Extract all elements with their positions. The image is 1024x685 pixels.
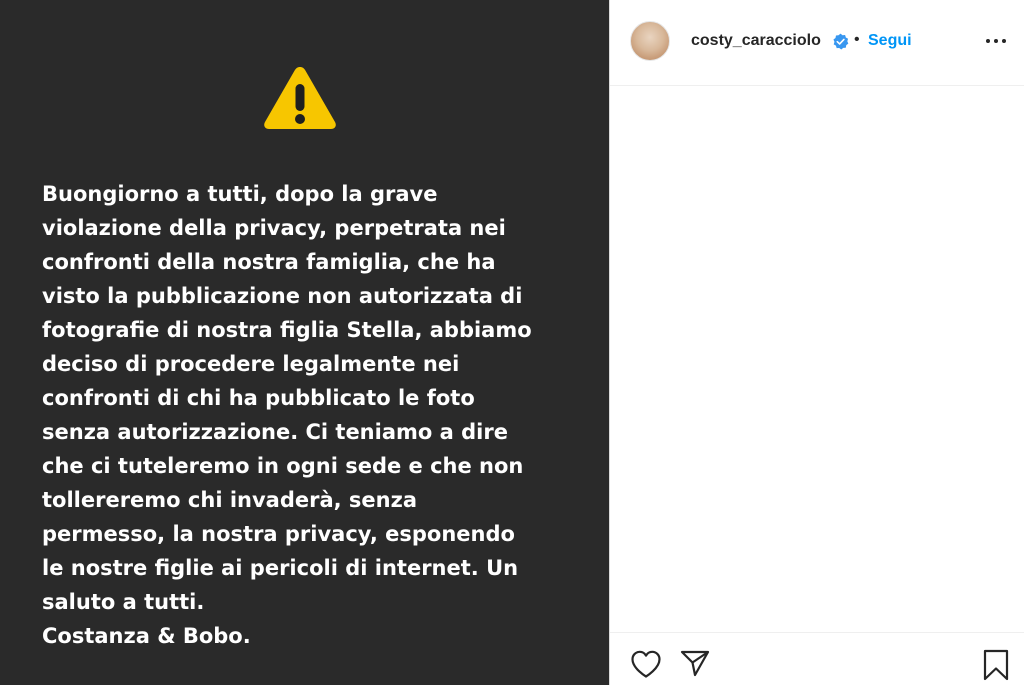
bookmark-icon[interactable] bbox=[982, 649, 1010, 681]
post-sidebar: costy_caracciolo • Segui bbox=[609, 0, 1024, 685]
heart-icon[interactable] bbox=[630, 649, 662, 679]
post-header: costy_caracciolo • Segui bbox=[610, 0, 1024, 86]
text-line: violazione della privacy, perpetrata nei bbox=[42, 216, 506, 240]
paper-plane-icon[interactable] bbox=[680, 649, 710, 677]
post-image[interactable]: Buongiorno a tutti, dopo la grave violaz… bbox=[0, 0, 609, 685]
text-line: confronti della nostra famiglia, che ha bbox=[42, 250, 496, 274]
text-line: confronti di chi ha pubblicato le foto bbox=[42, 386, 475, 410]
separator-dot: • bbox=[854, 31, 860, 48]
text-line: Costanza & Bobo. bbox=[42, 624, 251, 648]
text-line: che ci tuteleremo in ogni sede e che non bbox=[42, 454, 524, 478]
text-line: visto la pubblicazione non autorizzata d… bbox=[42, 284, 523, 308]
text-line: permesso, la nostra privacy, esponendo bbox=[42, 522, 515, 546]
warning-icon bbox=[264, 67, 336, 129]
text-line: saluto a tutti. bbox=[42, 590, 205, 614]
text-line: Buongiorno a tutti, dopo la grave bbox=[42, 182, 438, 206]
text-line: senza autorizzazione. Ci teniamo a dire bbox=[42, 420, 508, 444]
avatar[interactable] bbox=[630, 21, 670, 61]
post-actions-bar bbox=[610, 632, 1024, 685]
follow-button[interactable]: Segui bbox=[868, 32, 912, 50]
text-line: le nostre figlie ai pericoli di internet… bbox=[42, 556, 519, 580]
text-line: deciso di procedere legalmente nei bbox=[42, 352, 460, 376]
more-options-icon[interactable] bbox=[984, 34, 1008, 48]
post-caption-text: Buongiorno a tutti, dopo la grave violaz… bbox=[42, 177, 582, 653]
verified-badge-icon bbox=[833, 33, 849, 50]
username-link[interactable]: costy_caracciolo bbox=[691, 32, 821, 50]
text-line: tollereremo chi invaderà, senza bbox=[42, 488, 418, 512]
text-line: fotografie di nostra figlia Stella, abbi… bbox=[42, 318, 532, 342]
